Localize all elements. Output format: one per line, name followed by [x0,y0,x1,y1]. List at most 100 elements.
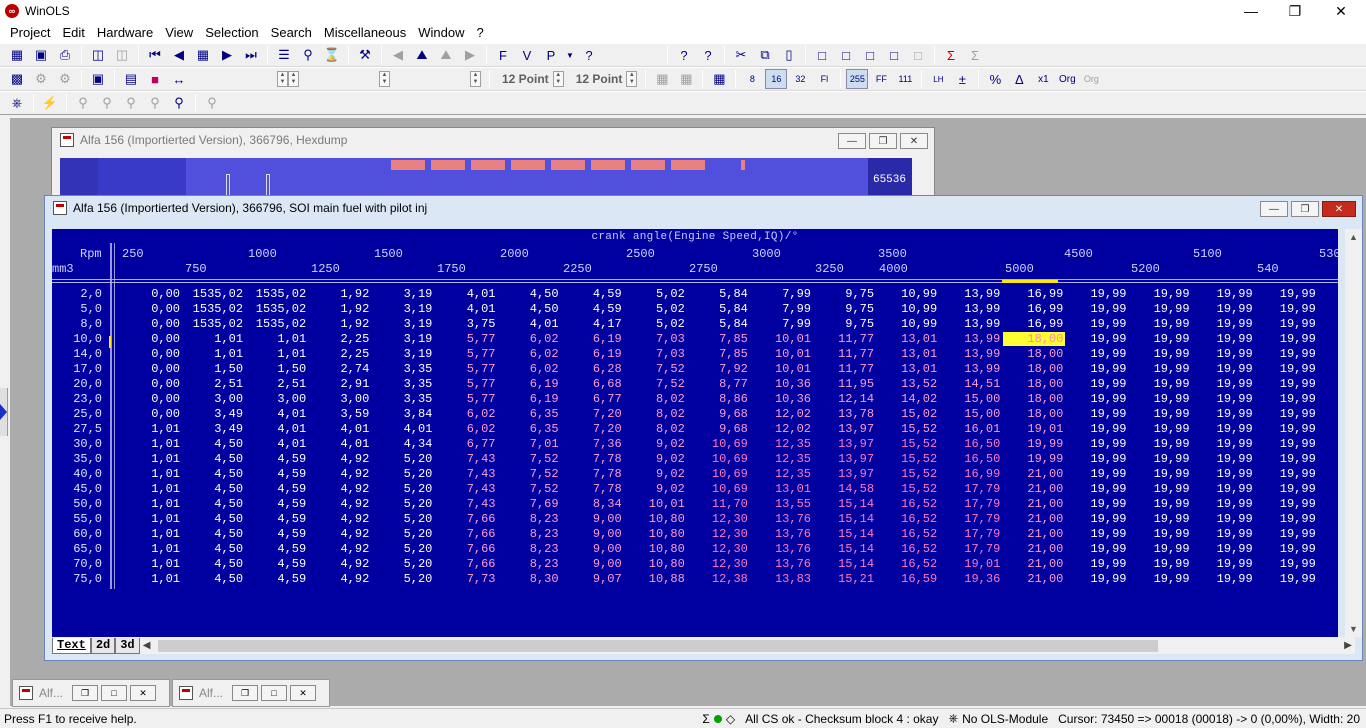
map-cell[interactable]: 19,99 [1193,527,1255,541]
map-cell[interactable]: 1,01 [120,512,182,526]
map-cell[interactable]: 13,76 [751,512,813,526]
map-cell[interactable]: 17,79 [940,542,1002,556]
map-cell[interactable]: 1,01 [183,332,245,346]
map-cell[interactable]: 5,77 [436,332,498,346]
map-cell[interactable]: 4,92 [309,542,371,556]
map-cell[interactable]: 8,86 [688,392,750,406]
map-cell[interactable]: 1535,02 [183,302,245,316]
map-cell[interactable]: 19,99 [1130,302,1192,316]
map-cell[interactable]: 19,99 [1067,407,1129,421]
font-size-1-arrows[interactable]: ▲ ▼ [552,71,564,87]
map-cell[interactable]: 4,34 [372,437,434,451]
map-cell[interactable]: 3,35 [372,377,434,391]
map-cell[interactable]: 4,50 [183,572,245,586]
map-cell[interactable]: 19,99 [1256,287,1318,301]
map-cell[interactable]: 13,97 [814,437,876,451]
bin-icon[interactable]: 111 [894,69,916,89]
sigma-icon[interactable]: Σ [940,45,962,65]
map-cell[interactable]: 12,38 [688,572,750,586]
map-cell[interactable]: 7,43 [436,452,498,466]
map-cell[interactable]: 12,30 [688,512,750,526]
map-cell[interactable]: 19,99 [1256,347,1318,361]
map-cell[interactable]: 4,59 [246,452,308,466]
map-cell[interactable]: 14,51 [940,377,1002,391]
maximize-window-button[interactable]: ❐ [1272,0,1318,22]
map-cell[interactable]: 1,01 [183,347,245,361]
map-cell[interactable]: 5,20 [372,497,434,511]
map-cell[interactable]: 0,00 [120,317,182,331]
map-cell[interactable]: 16,52 [877,542,939,556]
map-cell[interactable]: 11,77 [814,347,876,361]
map-cell[interactable]: 19,99 [1256,317,1318,331]
map-cell[interactable]: 1,01 [120,497,182,511]
org-icon[interactable]: Org [1056,69,1078,89]
map-cell[interactable]: 5,20 [372,467,434,481]
spinner-2[interactable]: ▲ ▼ [379,70,390,88]
map-cell[interactable]: 15,00 [940,392,1002,406]
map-cell[interactable]: 0,00 [120,302,182,316]
map-cell[interactable]: 3,19 [372,317,434,331]
map-cell[interactable]: 3,00 [183,392,245,406]
map-cell[interactable]: 18,00 [1003,377,1065,391]
tools2-icon[interactable]: ⚙ [54,69,76,89]
map-cell[interactable]: 4,50 [183,512,245,526]
map-close-button[interactable]: ✕ [1322,201,1356,217]
map-cell[interactable]: 13,99 [940,317,1002,331]
map-cell[interactable]: 19,99 [1130,287,1192,301]
map-cell[interactable]: 16,01 [940,422,1002,436]
map-cell[interactable]: 6,02 [499,332,561,346]
map-cell[interactable]: 7,66 [436,512,498,526]
map-cell[interactable]: 12,14 [814,392,876,406]
map-cell[interactable]: 19,99 [1130,407,1192,421]
map-cell[interactable]: 9,02 [625,452,687,466]
print-icon[interactable]: ⎙ [54,45,76,65]
map-cell[interactable]: 19,99 [1193,557,1255,571]
map-cell[interactable]: 9,00 [562,527,624,541]
map-cell[interactable]: 10,99 [877,317,939,331]
erase-icon[interactable]: ⚲ [144,93,166,113]
map-cell[interactable]: 19,99 [1067,347,1129,361]
map-text-view[interactable]: crank angle(Engine Speed,IQ)/° Rpm mm3 2… [52,229,1338,637]
map-cell[interactable]: 0,00 [120,392,182,406]
map-cell[interactable]: 1,01 [120,527,182,541]
map-cell[interactable]: 3,19 [372,302,434,316]
map-cell[interactable]: 19,99 [1067,542,1129,556]
dropdown-chevron-icon[interactable]: ▼ [564,45,576,65]
map-cell[interactable]: 6,19 [562,332,624,346]
map-cell[interactable]: 19,99 [1256,392,1318,406]
map-cell[interactable]: 4,50 [183,467,245,481]
map-cell[interactable]: 12,35 [751,452,813,466]
map-cell[interactable]: 3,59 [309,407,371,421]
dock-expand-icon[interactable] [0,388,8,436]
map-cell[interactable]: 21,00 [1003,542,1065,556]
map-cell[interactable]: 15,52 [877,452,939,466]
map-cell[interactable]: 4,59 [246,557,308,571]
map-cell[interactable]: 7,03 [625,347,687,361]
car-off-icon[interactable]: ⛰ [435,45,457,65]
map-cell[interactable]: 13,01 [877,362,939,376]
map-cell[interactable]: 8,23 [499,542,561,556]
map-cell[interactable]: 16,99 [1003,302,1065,316]
map-cell[interactable]: 4,01 [309,422,371,436]
map-cell[interactable]: 13,83 [751,572,813,586]
f-icon[interactable]: F [492,45,514,65]
map-cell[interactable]: 15,14 [814,542,876,556]
map-cell[interactable]: 7,99 [751,302,813,316]
map-cell[interactable]: 10,36 [751,377,813,391]
map-cell[interactable]: 16,99 [1003,317,1065,331]
map-cell[interactable]: 19,99 [1130,482,1192,496]
map-cell[interactable]: 4,59 [246,482,308,496]
map-cell[interactable]: 1535,02 [246,302,308,316]
map-cell[interactable]: 8,30 [499,572,561,586]
map-cell[interactable]: 13,99 [940,362,1002,376]
map-cell[interactable]: 19,99 [1130,542,1192,556]
tool-icon[interactable]: ⚒ [354,45,376,65]
map-cell[interactable]: 19,99 [1067,497,1129,511]
verify-icon[interactable]: ⚲ [120,93,142,113]
map-cell[interactable]: 19,99 [1193,407,1255,421]
map-cell[interactable]: 4,92 [309,482,371,496]
map-cell[interactable]: 19,99 [1067,287,1129,301]
map-cell[interactable]: 3,00 [309,392,371,406]
map-cell[interactable]: 0,00 [120,287,182,301]
map-cell[interactable]: 5,20 [372,572,434,586]
